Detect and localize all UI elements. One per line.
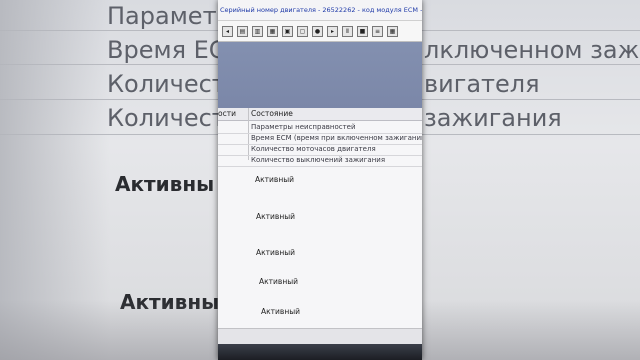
empty-panel: [218, 42, 422, 108]
bg-label-engine: вигателя: [424, 70, 540, 98]
status-bar: [218, 328, 422, 345]
table-row[interactable]: Количество моточасов двигателя: [251, 144, 376, 155]
status-value: Активный: [256, 248, 296, 257]
divider: [218, 166, 422, 167]
column-header-state[interactable]: Состояние: [251, 108, 293, 120]
window-title: Серийный номер двигателя - 26522262 - ко…: [218, 0, 422, 20]
bg-label-ignition: лключенном зажигани: [424, 36, 640, 64]
table-row[interactable]: Количество выключений зажигания: [251, 155, 385, 166]
play-icon[interactable]: ▸: [327, 25, 338, 37]
open-icon[interactable]: ▢: [297, 25, 308, 37]
status-value: Активный: [256, 212, 296, 221]
stop-icon[interactable]: ■: [357, 25, 368, 37]
copy-icon[interactable]: ▤: [237, 25, 248, 37]
back-icon[interactable]: ◂: [222, 25, 233, 37]
print-icon[interactable]: ▦: [267, 25, 278, 37]
status-value: Активный: [255, 175, 295, 184]
bg-active-1: Активны: [115, 172, 215, 196]
record-icon[interactable]: ●: [312, 25, 323, 37]
status-value: Активный: [261, 307, 301, 316]
paste-icon[interactable]: ▥: [252, 25, 263, 37]
bg-label-count-off: Количест: [107, 104, 226, 132]
bg-label-ignition-off: зажигания: [424, 104, 562, 132]
pause-icon[interactable]: Ⅱ: [342, 25, 353, 37]
monitor-bezel: [218, 344, 422, 360]
grid-icon[interactable]: ▦: [387, 25, 398, 37]
bg-label-count-hours: Количест: [107, 70, 226, 98]
save-icon[interactable]: ▣: [282, 25, 293, 37]
list-icon[interactable]: ≡: [372, 25, 383, 37]
column-header-values[interactable]: ости: [218, 108, 246, 120]
toolbar: ◂ ▤ ▥ ▦ ▣ ▢ ● ▸ Ⅱ ■ ≡ ▦: [218, 20, 422, 42]
table-row[interactable]: Параметры неисправностей: [251, 122, 356, 133]
bg-label-ecm-time: Время ЕС: [107, 36, 226, 64]
status-value: Активный: [259, 277, 299, 286]
table-row[interactable]: Время ECM (время при включенном зажигани…: [251, 133, 422, 144]
parameters-table: ости Состояние Параметры неисправностей …: [218, 108, 422, 328]
column-divider: [248, 108, 249, 160]
monitor-screen: Серийный номер двигателя - 26522262 - ко…: [218, 0, 422, 360]
bg-label-params: Параметр: [107, 2, 232, 30]
